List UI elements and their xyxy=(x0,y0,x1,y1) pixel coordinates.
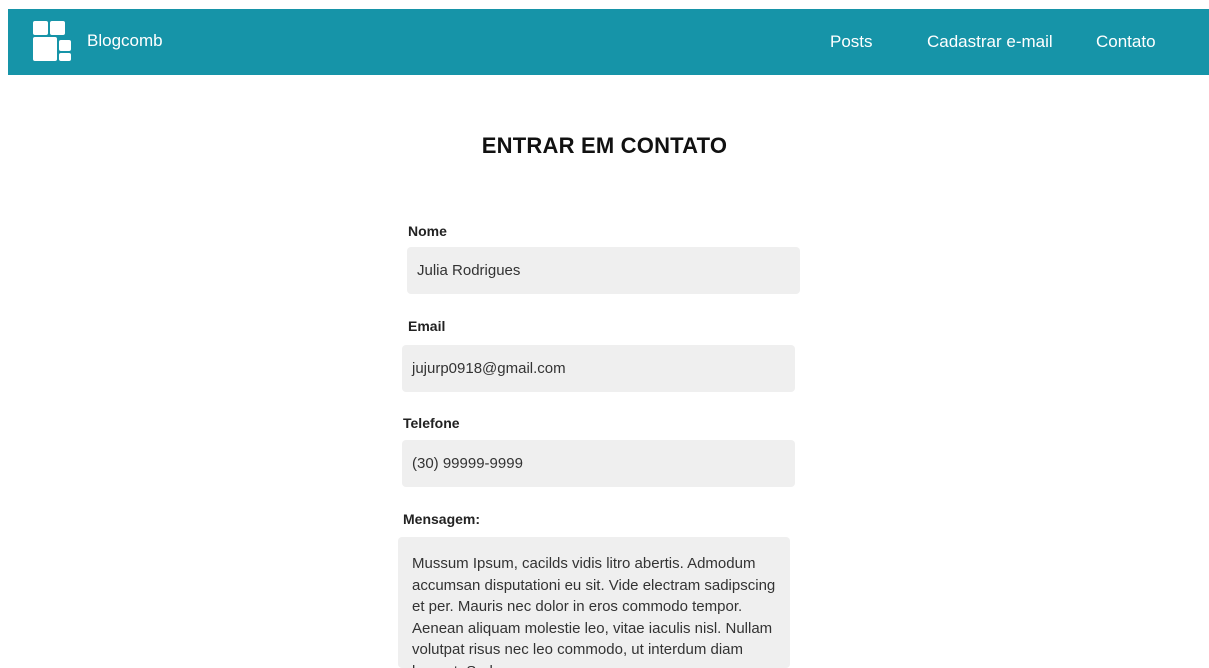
phone-field[interactable]: (30) 99999-9999 xyxy=(402,440,795,487)
message-label: Mensagem: xyxy=(403,511,481,527)
email-label: Email xyxy=(408,318,446,334)
nav-link-posts[interactable]: Posts xyxy=(830,32,873,52)
brand-name[interactable]: Blogcomb xyxy=(87,31,163,51)
top-navbar: Blogcomb Posts Cadastrar e-mail Contato xyxy=(8,9,1209,75)
name-field[interactable]: Julia Rodrigues xyxy=(407,247,800,294)
message-textarea[interactable]: Mussum Ipsum, cacilds vidis litro aberti… xyxy=(398,537,790,668)
name-label: Nome xyxy=(408,223,447,239)
nav-link-contato[interactable]: Contato xyxy=(1096,32,1156,52)
logo-icon[interactable] xyxy=(33,21,71,61)
phone-label: Telefone xyxy=(403,415,460,431)
nav-link-cadastrar-email[interactable]: Cadastrar e-mail xyxy=(927,32,1053,52)
page-title: ENTRAR EM CONTATO xyxy=(481,133,728,158)
email-field[interactable]: jujurp0918@gmail.com xyxy=(402,345,795,392)
